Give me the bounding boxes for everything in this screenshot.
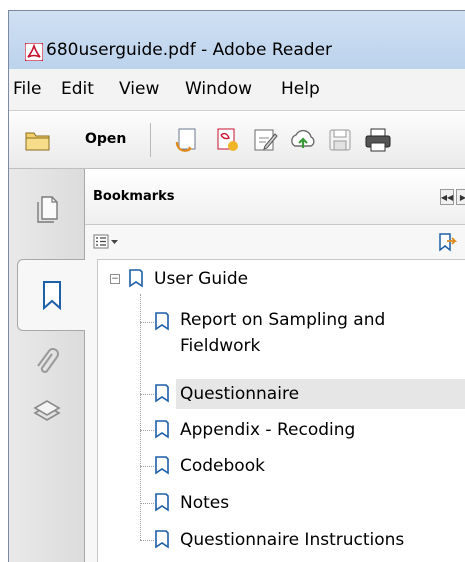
menu-edit[interactable]: Edit: [61, 79, 94, 99]
bookmark-icon: [155, 312, 169, 331]
bookmark-item-label[interactable]: Questionnaire: [180, 381, 299, 407]
tab-layers[interactable]: [19, 383, 75, 443]
menu-window[interactable]: Window: [185, 79, 252, 99]
tree-connector: [140, 503, 154, 504]
bookmark-icon: [155, 493, 169, 512]
upload-button[interactable]: [288, 125, 318, 155]
create-pdf-button[interactable]: [172, 125, 202, 155]
navigation-pane: [9, 169, 85, 562]
print-button[interactable]: [363, 125, 393, 155]
create-pdf-icon: [175, 128, 196, 152]
panel-collapse-button[interactable]: ◀◀: [440, 189, 454, 205]
options-menu-icon: [93, 234, 118, 249]
save-icon: [329, 129, 351, 151]
panel-title: Bookmarks: [93, 189, 175, 204]
collapse-toggle[interactable]: −: [110, 274, 120, 284]
tab-page-thumbnails[interactable]: [19, 179, 75, 239]
open-button[interactable]: [23, 125, 53, 155]
bookmark-item-label[interactable]: Fieldwork: [180, 333, 260, 359]
upload-cloud-icon: [291, 129, 315, 148]
double-chevron-left-icon: ◀◀: [440, 192, 454, 202]
tree-connector: [140, 394, 154, 395]
bookmark-icon: [155, 384, 169, 403]
folder-open-icon: [25, 132, 50, 151]
tab-bookmarks[interactable]: [17, 259, 85, 331]
menu-file[interactable]: File: [13, 79, 41, 99]
bookmark-root-label[interactable]: User Guide: [154, 266, 248, 292]
menu-bar: File Edit View Window Help: [9, 69, 465, 111]
title-bar: 680userguide.pdf - Adobe Reader: [9, 11, 465, 69]
bookmarks-panel: Bookmarks ◀◀ ▶ − User Guide Report on Sa…: [85, 169, 465, 562]
save-button[interactable]: [325, 125, 355, 155]
panel-options-bar: [85, 225, 465, 259]
expand-bookmark-button[interactable]: [436, 231, 458, 253]
window-title: 680userguide.pdf - Adobe Reader: [46, 40, 333, 60]
adobe-reader-icon: [25, 43, 43, 61]
reader-window: 680userguide.pdf - Adobe Reader File Edi…: [8, 10, 465, 562]
bookmark-icon: [129, 269, 143, 288]
panel-next-button[interactable]: ▶: [456, 189, 465, 205]
tree-connector: [140, 540, 154, 541]
expand-bookmark-icon: [439, 233, 458, 252]
export-pdf-icon: [217, 128, 238, 151]
bookmark-icon: [155, 530, 169, 549]
tree-connector: [140, 430, 154, 431]
sign-icon: [254, 129, 278, 151]
paperclip-icon: [37, 348, 59, 373]
pages-icon: [37, 196, 58, 223]
print-icon: [365, 128, 391, 152]
tree-connector: [140, 322, 154, 323]
menu-help[interactable]: Help: [281, 79, 320, 99]
bookmark-item-label[interactable]: Codebook: [180, 453, 265, 479]
bookmark-item-label[interactable]: Appendix - Recoding: [180, 417, 355, 443]
toolbar-separator: [150, 123, 151, 157]
bookmark-icon: [42, 281, 61, 311]
bookmark-item-label[interactable]: Notes: [180, 490, 229, 516]
tree-connector: [140, 466, 154, 467]
bookmark-tree: − User Guide Report on Sampling and Fiel…: [97, 259, 465, 562]
menu-view[interactable]: View: [119, 79, 159, 99]
bookmark-icon: [155, 456, 169, 475]
minus-icon: −: [111, 273, 119, 284]
chevron-right-icon: ▶: [459, 192, 465, 202]
open-button-label[interactable]: Open: [85, 131, 126, 147]
toolbar: Open: [9, 111, 465, 169]
bookmark-item-label[interactable]: Questionnaire Instructions: [180, 527, 404, 553]
sign-button[interactable]: [250, 125, 280, 155]
export-pdf-button[interactable]: [212, 125, 242, 155]
bookmark-icon: [155, 420, 169, 439]
layers-icon: [33, 400, 61, 421]
options-menu-button[interactable]: [93, 233, 121, 251]
panel-header: Bookmarks ◀◀ ▶: [85, 169, 465, 225]
bookmark-item-label[interactable]: Report on Sampling and: [180, 307, 385, 333]
